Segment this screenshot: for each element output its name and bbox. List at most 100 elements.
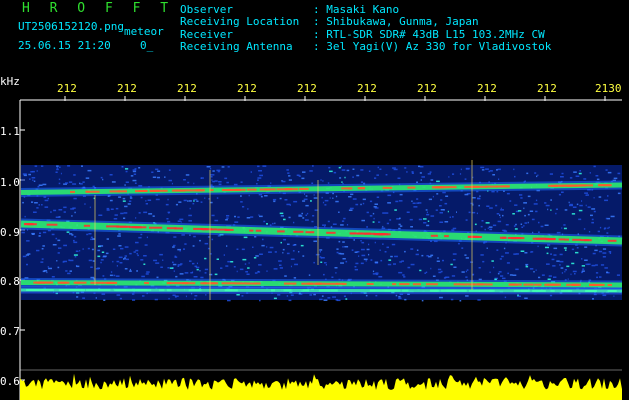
noise-speck	[293, 221, 295, 224]
noise-speck	[451, 229, 455, 231]
noise-speck	[355, 262, 359, 265]
noise-speck	[504, 296, 507, 299]
noise-speck	[602, 248, 607, 250]
noise-speck	[90, 276, 95, 279]
noise-speck	[416, 198, 419, 200]
noise-speck	[142, 295, 145, 297]
noise-speck	[259, 174, 263, 177]
noise-speck	[568, 201, 570, 204]
noise-speck	[443, 277, 446, 279]
noise-speck	[435, 209, 438, 211]
noise-speck	[506, 262, 510, 264]
signal-band-core	[460, 283, 470, 286]
signal-band-core	[533, 283, 542, 286]
noise-speck	[423, 218, 427, 220]
noise-speck	[540, 225, 544, 228]
noise-speck	[257, 165, 260, 168]
noise-speck	[133, 173, 137, 175]
noise-speck	[145, 200, 147, 202]
noise-speck	[241, 295, 244, 297]
noise-speck	[288, 299, 292, 302]
noise-speck	[523, 202, 527, 204]
noise-speck	[73, 254, 78, 256]
noise-speck	[183, 199, 187, 202]
noise-speck	[286, 252, 290, 255]
noise-speck	[118, 256, 123, 259]
noise-speck	[189, 260, 192, 262]
noise-speck	[607, 195, 609, 197]
noise-speck	[604, 267, 608, 269]
noise-speck	[63, 206, 67, 209]
signal-band-core	[307, 282, 321, 285]
noise-speck	[538, 231, 540, 233]
noise-speck	[583, 228, 586, 230]
noise-speck	[46, 271, 48, 274]
noise-speck	[392, 167, 396, 169]
noise-speck	[506, 192, 510, 195]
noise-speck	[273, 297, 277, 300]
noise-speck	[336, 299, 341, 302]
noise-speck	[606, 271, 609, 273]
signal-band-core	[461, 289, 467, 292]
noise-speck	[472, 274, 474, 276]
noise-speck	[418, 165, 421, 168]
noise-speck	[587, 206, 591, 208]
noise-speck	[613, 177, 618, 180]
signal-band-core	[202, 282, 216, 285]
noise-speck	[313, 261, 315, 264]
noise-speck	[58, 209, 63, 211]
noise-speck	[184, 272, 189, 274]
noise-speck	[345, 298, 348, 300]
noise-speck	[450, 298, 454, 301]
signal-band-core	[155, 189, 168, 192]
noise-speck	[482, 260, 485, 263]
noise-speck	[498, 178, 500, 180]
noise-speck	[338, 211, 340, 213]
signal-band-core	[159, 289, 165, 292]
noise-speck	[567, 278, 569, 280]
noise-speck	[183, 248, 185, 250]
noise-speck	[113, 218, 118, 220]
noise-speck	[282, 248, 285, 251]
noise-speck	[515, 223, 517, 226]
noise-speck	[453, 266, 457, 268]
noise-speck	[82, 297, 85, 299]
noise-speck	[533, 203, 538, 205]
noise-speck	[341, 220, 345, 222]
noise-speck	[302, 217, 305, 219]
noise-speck	[282, 252, 284, 254]
noise-speck	[523, 225, 525, 227]
noise-speck	[375, 272, 379, 274]
signal-band-core	[324, 282, 338, 285]
noise-speck	[184, 243, 187, 245]
noise-speck	[87, 169, 92, 172]
noise-speck	[283, 218, 286, 221]
signal-band-core	[24, 223, 33, 226]
noise-speck	[497, 168, 501, 171]
noise-speck	[399, 261, 402, 263]
noise-speck	[427, 173, 431, 175]
noise-speck	[288, 216, 291, 219]
noise-speck	[561, 272, 564, 274]
signal-band-core	[135, 190, 140, 193]
noise-speck	[293, 200, 298, 203]
noise-speck	[62, 261, 65, 263]
noise-speck	[128, 200, 132, 202]
noise-speck	[499, 216, 501, 219]
noise-speck	[487, 227, 489, 230]
noise-speck	[248, 262, 250, 264]
noise-speck	[52, 244, 57, 246]
noise-speck	[216, 258, 219, 260]
signal-band-core	[90, 289, 95, 292]
noise-speck	[65, 182, 69, 184]
noise-speck	[334, 267, 338, 269]
noise-speck	[560, 267, 564, 269]
noise-speck	[340, 224, 344, 226]
noise-speck	[313, 240, 317, 242]
noise-speck	[188, 200, 192, 202]
signal-band-core	[549, 283, 561, 286]
noise-speck	[592, 252, 596, 255]
noise-speck	[305, 204, 309, 207]
noise-speck	[386, 246, 389, 249]
noise-speck	[559, 253, 563, 256]
